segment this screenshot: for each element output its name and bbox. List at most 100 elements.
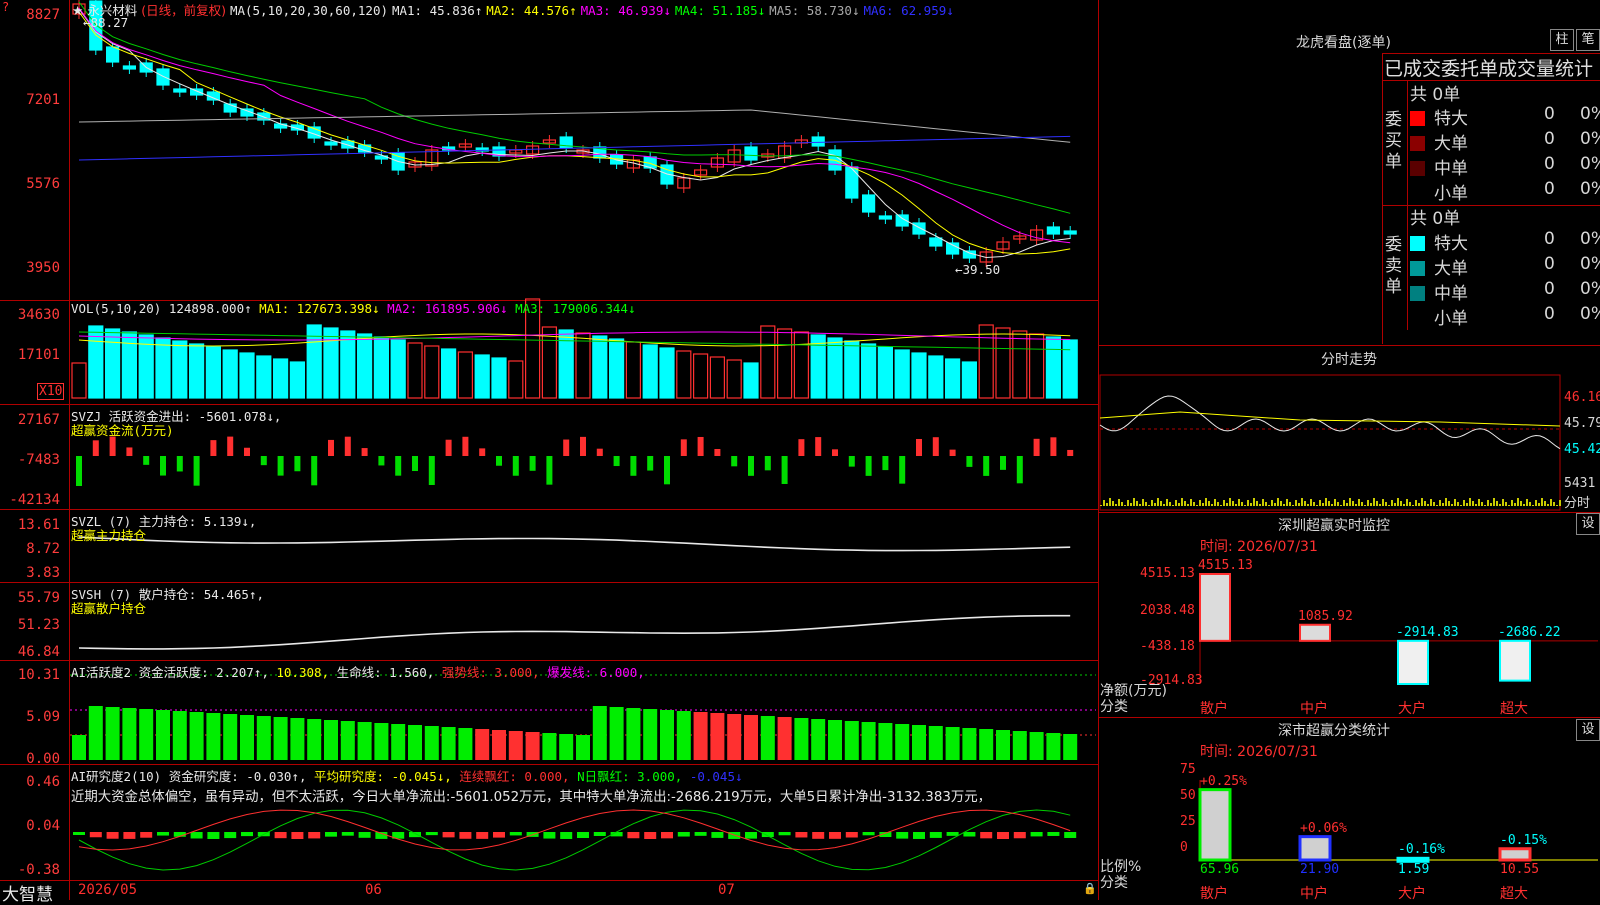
intraday-vol-bar bbox=[1235, 504, 1237, 506]
intraday-vol-bar bbox=[1121, 502, 1123, 506]
sell-pct: 0% bbox=[1580, 304, 1600, 324]
intraday-vol-bar bbox=[1346, 503, 1348, 506]
volume-bar bbox=[592, 335, 608, 399]
intraday-vol-bar bbox=[1184, 501, 1186, 506]
intraday-vol-bar bbox=[1547, 504, 1549, 506]
intraday-vol-bar bbox=[1436, 505, 1438, 506]
intraday-vol-bar bbox=[1364, 505, 1366, 506]
intraday-vol-bar bbox=[1106, 503, 1108, 506]
svsh-axis-3: 46.84 bbox=[17, 644, 60, 660]
intraday-vol: 5431 bbox=[1564, 476, 1596, 491]
sz-monitor-xlabel: 分类 bbox=[1100, 699, 1128, 715]
tick-view-button[interactable]: 笔 bbox=[1576, 29, 1600, 51]
volume-bar bbox=[961, 361, 978, 399]
svzj-bar bbox=[983, 456, 990, 476]
intraday-vol-bar bbox=[1541, 498, 1543, 506]
sz-class-axis-1: 75 bbox=[1180, 762, 1196, 777]
buy-count: 0 bbox=[1544, 154, 1555, 174]
intraday-vol-bar bbox=[1316, 505, 1318, 506]
ai-active-bar bbox=[576, 735, 590, 760]
ai-research-bar bbox=[997, 832, 1009, 839]
sz-monitor-settings-button[interactable]: 设 bbox=[1576, 513, 1600, 535]
intraday-vol-bar bbox=[1193, 502, 1195, 506]
intraday-vol-bar bbox=[1208, 501, 1210, 506]
svzj-bar bbox=[529, 456, 536, 471]
intraday-axis-1: 46.16 bbox=[1564, 390, 1600, 405]
intraday-vol-bar bbox=[1190, 499, 1192, 506]
intraday-vol-bar bbox=[1400, 501, 1402, 506]
intraday-vol-bar bbox=[1220, 505, 1222, 506]
ai-active-name: AI活跃度2 bbox=[71, 665, 132, 680]
ai-research-bar bbox=[341, 832, 354, 836]
ai-research-bar bbox=[661, 832, 673, 839]
sz-monitor-value-3: -2686.22 bbox=[1498, 624, 1561, 640]
svzj-bar bbox=[344, 436, 351, 456]
intraday-vol-bar bbox=[1499, 504, 1501, 506]
sz-class-value-2: 1.59 bbox=[1398, 862, 1430, 877]
main-chart-canvas[interactable] bbox=[0, 0, 1600, 900]
buy-label: 中单 bbox=[1434, 159, 1468, 179]
candle-body bbox=[173, 88, 187, 93]
ai-research-axis-2: 0.04 bbox=[26, 818, 60, 834]
period-label[interactable]: (日线，前复权) bbox=[141, 3, 226, 18]
intraday-vol-bar bbox=[1340, 505, 1342, 506]
buy-row[interactable]: 特大 0 0% bbox=[1410, 104, 1600, 129]
intraday-vol-bar bbox=[1409, 502, 1411, 506]
ai-active-bar bbox=[895, 724, 910, 760]
sz-class-category-0: 散户 bbox=[1200, 886, 1228, 902]
volume-bar bbox=[978, 324, 994, 399]
intraday-vol-bar bbox=[1433, 502, 1435, 506]
buy-total: 共 0单 bbox=[1410, 85, 1461, 105]
intraday-vol-bar bbox=[1202, 503, 1204, 506]
sz-monitor-axis-3: -438.18 bbox=[1140, 639, 1195, 654]
volume-bar bbox=[222, 349, 238, 399]
svzj-bar bbox=[412, 456, 418, 472]
ai-active-bar bbox=[525, 732, 540, 760]
intraday-vol-bar bbox=[1457, 502, 1459, 506]
intraday-vol-bar bbox=[1472, 501, 1474, 506]
svzj-bar bbox=[1050, 437, 1057, 456]
ai-active-bar bbox=[256, 716, 271, 760]
ai-active-d: 强势线: 3.000, bbox=[441, 665, 540, 680]
ai-active-bar bbox=[508, 731, 523, 760]
buy-row[interactable]: 中单 0 0% bbox=[1410, 154, 1600, 179]
ai-active-bar bbox=[324, 720, 338, 760]
sell-row[interactable]: 大单 0 0% bbox=[1410, 254, 1600, 279]
buy-row[interactable]: 大单 0 0% bbox=[1410, 129, 1600, 154]
sell-row[interactable]: 中单 0 0% bbox=[1410, 279, 1600, 304]
svzj-bar bbox=[260, 456, 267, 466]
volume-ma2: MA2: 161895.906↓ bbox=[387, 301, 508, 316]
volume-bar bbox=[239, 352, 255, 399]
column-view-button[interactable]: 柱 bbox=[1550, 29, 1574, 51]
intraday-vol-bar bbox=[1397, 498, 1399, 506]
ai-research-a: 资金研究度: -0.030↑, bbox=[168, 769, 307, 784]
volume-bar bbox=[508, 360, 524, 399]
sell-row[interactable]: 小单 0 0% bbox=[1410, 304, 1600, 329]
candle-body bbox=[744, 146, 758, 161]
buy-count: 0 bbox=[1544, 104, 1555, 124]
price-axis-2: 7201 bbox=[26, 92, 60, 108]
ai-active-bar bbox=[878, 723, 893, 760]
ai-active-bar bbox=[290, 718, 305, 760]
ai-active-bar bbox=[626, 708, 641, 760]
intraday-vol-bar bbox=[1505, 502, 1507, 506]
ai-active-bar bbox=[492, 730, 506, 760]
svzj-bar bbox=[277, 456, 284, 476]
intraday-vol-bar bbox=[1511, 500, 1513, 506]
svzj-bar bbox=[1067, 449, 1074, 456]
brand-label[interactable]: 大智慧 bbox=[2, 880, 53, 905]
intraday-vol-bar bbox=[1328, 501, 1330, 506]
buy-row[interactable]: 小单 0 0% bbox=[1410, 179, 1600, 204]
intraday-vol-bar bbox=[1139, 504, 1141, 506]
volume-unit[interactable]: X10 bbox=[37, 383, 65, 400]
low-price-mark: ←39.50 bbox=[955, 262, 1001, 277]
intraday-vol-bar bbox=[1427, 504, 1429, 506]
intraday-vol-bar bbox=[1277, 498, 1279, 506]
intraday-vol-bar bbox=[1361, 502, 1363, 506]
lock-icon[interactable]: 🔒 bbox=[1083, 882, 1097, 895]
sz-class-settings-button[interactable]: 设 bbox=[1576, 719, 1600, 741]
intraday-vol-bar bbox=[1265, 502, 1267, 506]
intraday-vol-bar bbox=[1118, 499, 1120, 506]
intraday-vol-bar bbox=[1532, 505, 1534, 506]
sell-row[interactable]: 特大 0 0% bbox=[1410, 229, 1600, 254]
